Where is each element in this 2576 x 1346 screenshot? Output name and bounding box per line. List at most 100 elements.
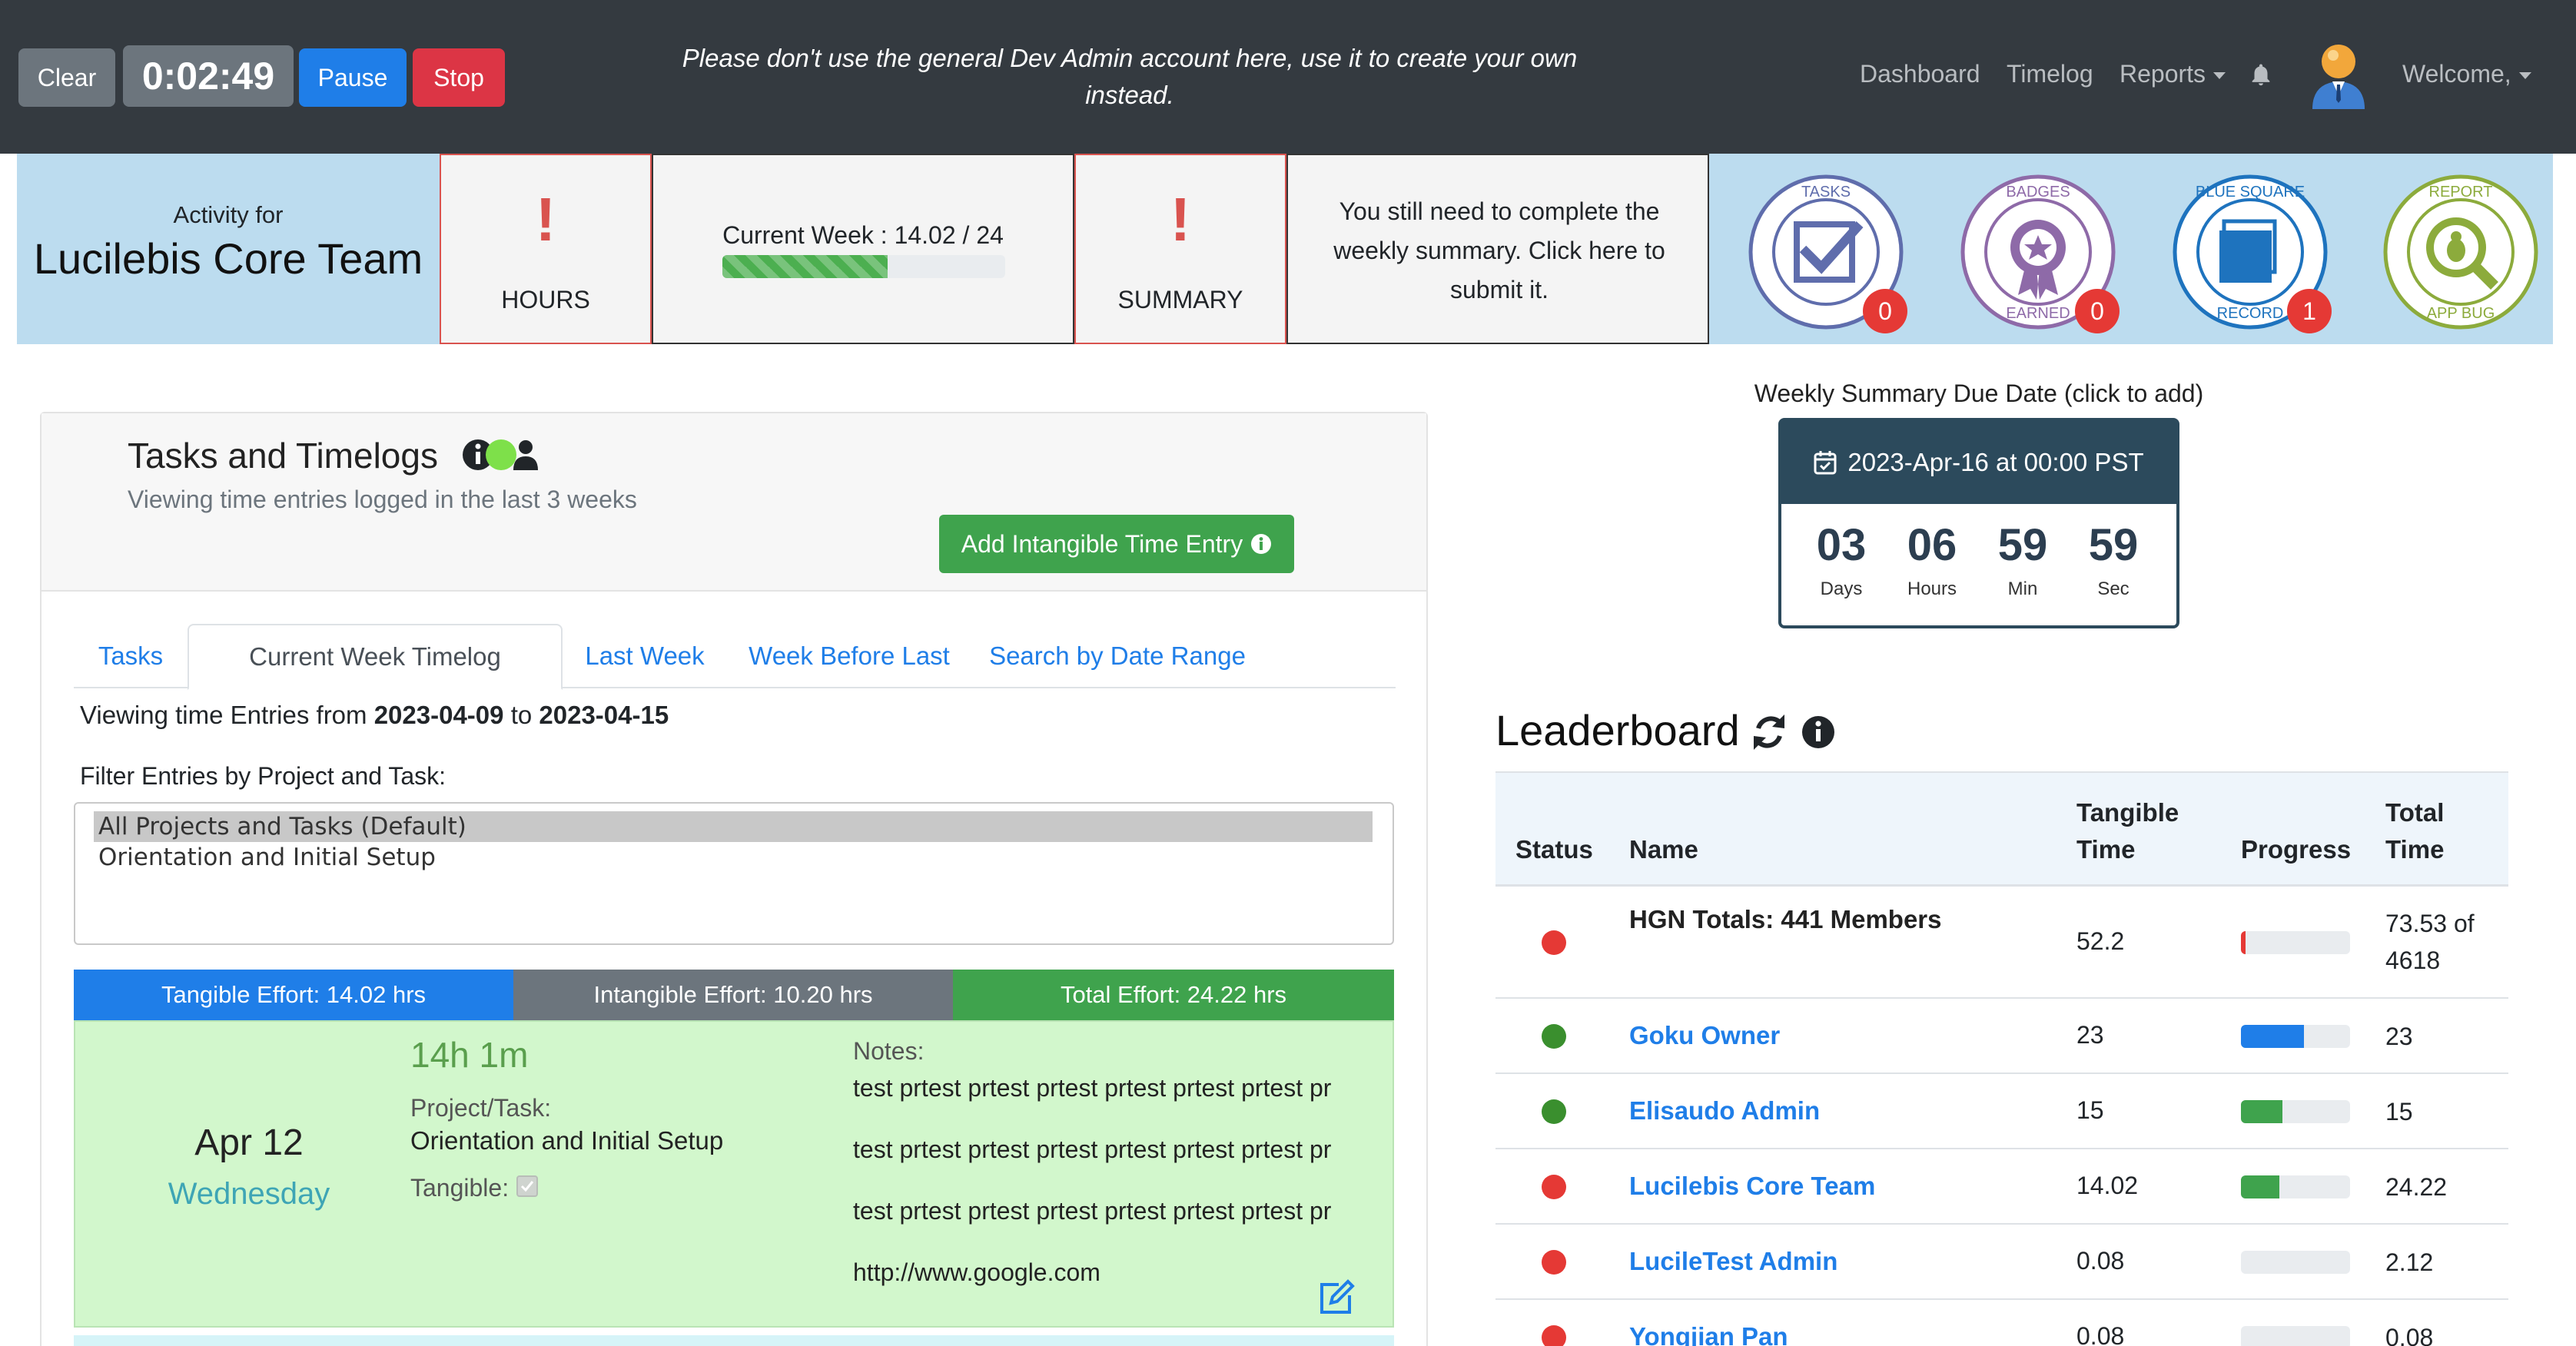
- nav-timelog-link[interactable]: Timelog: [2007, 60, 2093, 88]
- user-avatar[interactable]: [2308, 38, 2369, 109]
- status-dot: [1542, 1250, 1566, 1275]
- entry-note-link[interactable]: http://www.google.com: [853, 1258, 1383, 1287]
- tab-week-before-last[interactable]: Week Before Last: [727, 624, 971, 688]
- summary-label: SUMMARY: [1117, 286, 1243, 313]
- leaderboard-row: Lucilebis Core Team 14.02 24.22: [1495, 1149, 2508, 1225]
- leaderboard-row: Yongjian Pan 0.08 0.08: [1495, 1300, 2508, 1346]
- filter-option-all[interactable]: All Projects and Tasks (Default): [94, 811, 1373, 842]
- tasks-badge-count: 0: [1863, 289, 1907, 333]
- blue-square-record-badge[interactable]: BLUE SQUARE RECORD 1: [2172, 174, 2332, 333]
- leaderboard-total-line: 4618: [2385, 947, 2441, 974]
- leaderboard-total-line: 73.53 of: [2385, 910, 2475, 937]
- header-tangible-line-1: Tangible: [2076, 798, 2179, 827]
- activity-title: Activity for Lucilebis Core Team: [17, 154, 440, 344]
- leaderboard-row: HGN Totals: 441 Members 52.2 73.53 of 4618: [1495, 887, 2508, 999]
- edit-icon[interactable]: [1316, 1278, 1356, 1318]
- current-week-progress-bar: [722, 255, 1005, 278]
- tasks-title-icons: [461, 436, 538, 473]
- project-task-filter-select[interactable]: All Projects and Tasks (Default) Orienta…: [74, 802, 1394, 945]
- leaderboard-user-link[interactable]: Yongjian Pan: [1629, 1322, 1788, 1346]
- leaderboard-progress-bar: [2241, 1251, 2350, 1274]
- viewing-range-text: Viewing time Entries from 2023-04-09 to …: [80, 701, 669, 730]
- hours-status-box[interactable]: ! HOURS: [440, 154, 652, 344]
- leaderboard-total-time: 23: [2385, 1018, 2413, 1055]
- header-total-line-2: Time: [2385, 835, 2445, 864]
- current-week-box: Current Week : 14.02 / 24: [652, 154, 1074, 344]
- leaderboard-total-line: 24.22: [2385, 1173, 2448, 1201]
- countdown-unit: Hours: [1907, 579, 1957, 599]
- countdown-seconds: 59 Sec: [2071, 519, 2156, 600]
- current-week-label: Current Week : 14.02 / 24: [722, 221, 1004, 249]
- report-app-bug-badge[interactable]: REPORT APP BUG: [2382, 174, 2539, 330]
- welcome-label: Welcome,: [2402, 60, 2511, 88]
- range-from: 2023-04-09: [373, 701, 504, 729]
- header-tangible-line-2: Time: [2076, 835, 2136, 864]
- status-dot: [1542, 1325, 1566, 1346]
- add-intangible-time-entry-button[interactable]: Add Intangible Time Entry: [939, 515, 1294, 573]
- due-date-label[interactable]: Weekly Summary Due Date (click to add): [1629, 380, 2329, 408]
- chevron-down-icon: [2213, 72, 2226, 80]
- nav-reports-label: Reports: [2120, 60, 2206, 88]
- leaderboard-total-line: 2.12: [2385, 1248, 2434, 1276]
- entry-date: Apr 12: [194, 1122, 304, 1163]
- range-to-word: to: [510, 701, 533, 729]
- tab-last-week[interactable]: Last Week: [563, 624, 727, 688]
- header-total-line-1: Total: [2385, 798, 2445, 827]
- tab-tasks[interactable]: Tasks: [74, 624, 188, 688]
- leaderboard-row: Elisaudo Admin 15 15: [1495, 1074, 2508, 1149]
- header-progress: Progress: [2241, 835, 2352, 864]
- leaderboard-user-link[interactable]: Elisaudo Admin: [1629, 1096, 1820, 1126]
- header-total-time: Total Time: [2385, 794, 2444, 868]
- intangible-effort: Intangible Effort: 10.20 hrs: [513, 970, 953, 1020]
- pause-timer-button[interactable]: Pause: [299, 48, 407, 107]
- clear-timer-button[interactable]: Clear: [18, 48, 115, 107]
- nav-reports-dropdown[interactable]: Reports: [2120, 60, 2226, 88]
- effort-summary-bar: Tangible Effort: 14.02 hrs Intangible Ef…: [74, 970, 1394, 1020]
- tasks-badge[interactable]: TASKS 0: [1748, 174, 1907, 333]
- leaderboard-progress-fill: [2241, 1175, 2279, 1198]
- countdown-unit: Min: [2007, 579, 2038, 599]
- badge-ring-text: TASKS: [1801, 184, 1851, 201]
- current-week-progress-fill: [722, 255, 888, 278]
- nav-dashboard-link[interactable]: Dashboard: [1860, 60, 1980, 88]
- user-icon[interactable]: [513, 440, 538, 470]
- badges-earned-count: 0: [2075, 289, 2120, 333]
- leaderboard-user-link[interactable]: Goku Owner: [1629, 1021, 1780, 1050]
- header-tangible-time: Tangible Time: [2076, 794, 2179, 868]
- tasks-title: Tasks and Timelogs: [128, 436, 438, 476]
- leaderboard-user-link[interactable]: LucileTest Admin: [1629, 1247, 1837, 1276]
- countdown-minutes: 59 Min: [1980, 519, 2065, 600]
- filter-option-orientation[interactable]: Orientation and Initial Setup: [94, 842, 1373, 873]
- due-date-value: 2023-Apr-16 at 00:00 PST: [1847, 448, 2144, 476]
- chevron-down-icon: [2518, 72, 2531, 80]
- leaderboard-user-link[interactable]: Lucilebis Core Team: [1629, 1172, 1875, 1201]
- summary-status-box[interactable]: ! SUMMARY: [1074, 154, 1286, 344]
- stop-timer-button[interactable]: Stop: [413, 48, 505, 107]
- badge-ring-text: REPORT: [2429, 184, 2493, 201]
- leaderboard-totals-label: HGN Totals: 441 Members: [1629, 905, 1942, 933]
- welcome-user-dropdown[interactable]: Welcome,: [2402, 60, 2531, 88]
- summary-reminder-text: You still need to complete the weekly su…: [1333, 197, 1665, 303]
- badges-earned-badge[interactable]: BADGES EARNED 0: [1960, 174, 2120, 333]
- activity-for-label: Activity for: [173, 201, 284, 228]
- exclamation-icon: !: [1170, 185, 1191, 254]
- leaderboard-progress-fill: [2241, 1025, 2305, 1048]
- refresh-icon[interactable]: [1754, 714, 1784, 750]
- leaderboard-tangible-time: 23: [2076, 1021, 2104, 1049]
- report-app-bug-icon: REPORT APP BUG: [2383, 174, 2538, 330]
- badge-ring-text: RECORD: [2217, 305, 2284, 322]
- badge-ring-text: EARNED: [2006, 305, 2070, 322]
- due-date-header[interactable]: 2023-Apr-16 at 00:00 PST: [1781, 421, 2176, 504]
- info-icon[interactable]: [1802, 716, 1834, 748]
- filter-label: Filter Entries by Project and Task:: [80, 762, 446, 790]
- leaderboard-total-time: 24.22: [2385, 1169, 2447, 1205]
- leaderboard-progress-fill: [2241, 1100, 2282, 1123]
- online-status-icon: [486, 439, 516, 470]
- range-prefix: Viewing time Entries from: [80, 701, 367, 729]
- timelog-tabs: Tasks Current Week Timelog Last Week Wee…: [74, 624, 1396, 690]
- bell-icon[interactable]: [2248, 61, 2274, 91]
- tab-search-by-date-range[interactable]: Search by Date Range: [971, 624, 1263, 688]
- summary-reminder-box[interactable]: You still need to complete the weekly su…: [1286, 154, 1709, 344]
- timer-display: 0:02:49: [123, 45, 294, 107]
- tab-current-week-timelog[interactable]: Current Week Timelog: [188, 624, 563, 690]
